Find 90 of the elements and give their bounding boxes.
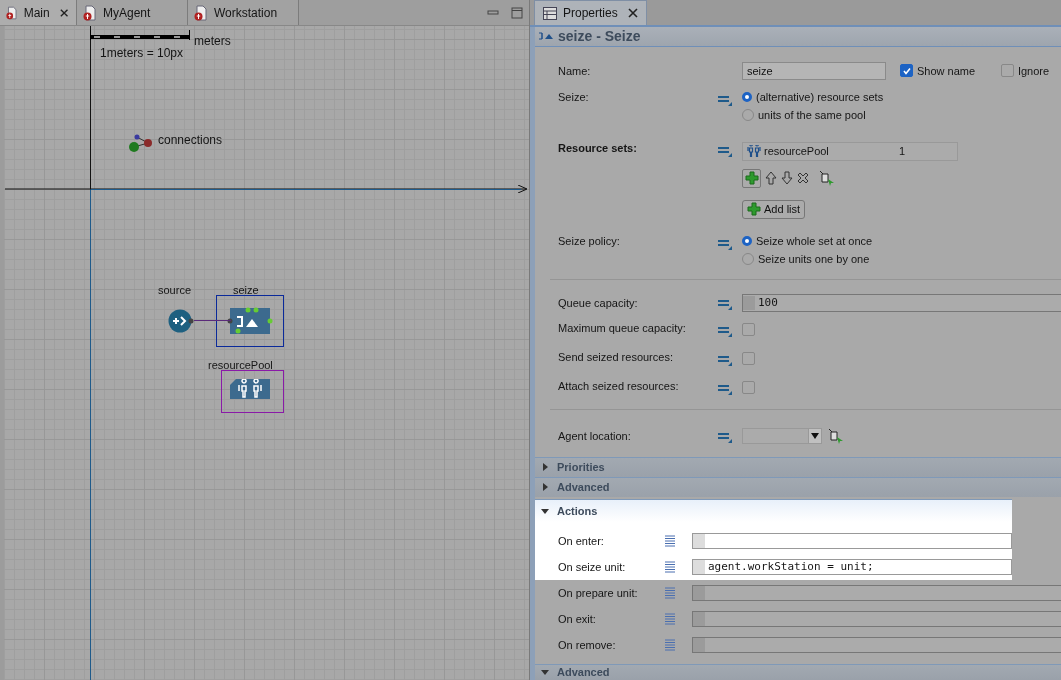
checkmark-icon: [901, 66, 912, 76]
close-icon[interactable]: [627, 8, 638, 18]
block-label: source: [158, 284, 192, 296]
code-field[interactable]: [692, 637, 1061, 653]
section-header[interactable]: Priorities: [535, 457, 1061, 477]
section-header[interactable]: Advanced: [535, 664, 1061, 680]
move-up-icon[interactable]: [765, 171, 777, 186]
dropdown-arrow-icon: [811, 433, 819, 439]
expand-triangle-icon: [541, 668, 549, 677]
field-label: On seize unit:: [558, 561, 627, 573]
code-editor-icon[interactable]: [665, 535, 675, 547]
connections-icon[interactable]: [128, 133, 154, 153]
document-icon: [83, 4, 97, 21]
field-label: Send seized resources:: [558, 351, 674, 363]
field-label: Name:: [558, 65, 592, 77]
agent-location-dropdown[interactable]: [742, 428, 822, 444]
radio-option[interactable]: Seize whole set at once: [742, 235, 1061, 247]
ignore-checkbox[interactable]: Ignore: [1000, 64, 1061, 78]
code-field[interactable]: 100: [742, 294, 1061, 312]
field-label: On remove:: [558, 639, 617, 651]
pick-from-canvas-icon[interactable]: [828, 428, 844, 444]
field-label: Attach seized resources:: [558, 380, 680, 392]
code-field[interactable]: [692, 585, 1061, 601]
code-field[interactable]: [692, 533, 1012, 549]
document-icon: [194, 4, 208, 21]
parameter-mode-icon[interactable]: [718, 94, 732, 106]
scale-caption: 1meters = 10px: [100, 46, 184, 60]
code-editor-icon[interactable]: [665, 587, 675, 599]
add-button[interactable]: [742, 169, 761, 188]
close-icon[interactable]: [59, 7, 68, 18]
field-label: Queue capacity:: [558, 297, 639, 309]
seize-block-icon[interactable]: [227, 306, 273, 336]
section-header[interactable]: Actions: [535, 499, 1012, 522]
field-label: On exit:: [558, 613, 597, 625]
selection-frame: [216, 295, 284, 347]
table-icon: [543, 6, 557, 20]
code-field[interactable]: agent.workStation = unit;: [692, 559, 1012, 575]
parameter-mode-icon[interactable]: [718, 325, 732, 337]
pick-from-canvas-icon[interactable]: [819, 170, 835, 187]
field-label: Agent location:: [558, 430, 632, 442]
plus-icon: [747, 202, 761, 217]
name-input[interactable]: seize: [742, 62, 886, 80]
checkbox[interactable]: [742, 381, 755, 394]
show-name-checkbox[interactable]: Show name: [900, 64, 987, 78]
maximize-icon[interactable]: [511, 6, 523, 19]
parameter-mode-icon[interactable]: [718, 431, 732, 444]
expand-triangle-icon: [541, 463, 549, 472]
code-editor-icon[interactable]: [665, 613, 675, 625]
code-editor-icon[interactable]: [665, 639, 675, 651]
properties-tab[interactable]: Properties: [534, 0, 647, 25]
parameter-mode-icon[interactable]: [718, 354, 732, 366]
selection-frame: [221, 370, 284, 413]
source-block-icon[interactable]: [168, 309, 194, 333]
resource-pool-icon: [747, 145, 761, 158]
block-label: resourcePool: [208, 359, 273, 371]
expand-triangle-icon: [541, 507, 549, 515]
block-type-icon: [538, 32, 554, 41]
radio-option[interactable]: units of the same pool: [742, 109, 1061, 121]
plus-icon: [744, 171, 759, 186]
editor-tab[interactable]: Main: [0, 0, 77, 25]
field-label: Maximum queue capacity:: [558, 322, 687, 334]
parameter-mode-icon[interactable]: [718, 383, 732, 395]
section-header[interactable]: Advanced: [535, 477, 1061, 497]
editor-tab[interactable]: Workstation: [188, 0, 299, 25]
field-label: Resource sets:: [558, 142, 638, 154]
checkbox[interactable]: [742, 323, 755, 336]
resource-set-row[interactable]: resourcePool 1: [742, 142, 958, 161]
field-label: Seize policy:: [558, 235, 621, 247]
parameter-mode-icon[interactable]: [718, 298, 732, 311]
radio-option[interactable]: Seize units one by one: [742, 253, 1061, 265]
add-list-button[interactable]: Add list: [742, 200, 806, 219]
radio-option[interactable]: (alternative) resource sets: [742, 91, 1061, 103]
code-field[interactable]: [692, 611, 1061, 627]
field-label: Seize:: [558, 91, 590, 103]
move-down-icon[interactable]: [781, 171, 793, 186]
checkbox[interactable]: [742, 352, 755, 365]
delete-icon[interactable]: [797, 172, 809, 185]
parameter-mode-icon[interactable]: [718, 238, 732, 250]
properties-header: seize - Seize: [535, 27, 1061, 47]
field-label: On prepare unit:: [558, 587, 639, 599]
block-label: seize: [233, 284, 259, 296]
resource-pool-icon[interactable]: [230, 379, 270, 399]
editor-tab[interactable]: MyAgent: [77, 0, 188, 25]
parameter-mode-icon[interactable]: [718, 145, 732, 157]
document-icon: [6, 4, 18, 21]
connections-label: connections: [158, 133, 223, 147]
expand-triangle-icon: [541, 483, 549, 492]
code-editor-icon[interactable]: [665, 561, 675, 573]
field-label: On enter:: [558, 535, 605, 547]
scale-unit: meters: [194, 34, 231, 48]
